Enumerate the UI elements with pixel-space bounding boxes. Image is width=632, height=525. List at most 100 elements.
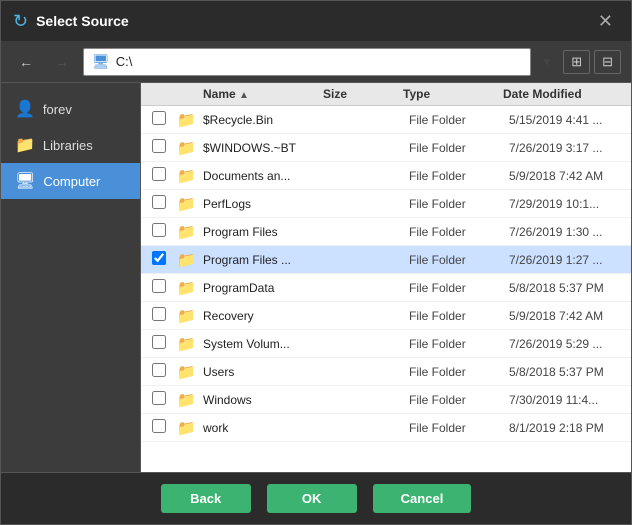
table-row[interactable]: 📁 System Volum... File Folder 7/26/2019 … bbox=[141, 330, 631, 358]
address-bar: 🖥 C:\ bbox=[83, 48, 531, 76]
row-checkbox-cell bbox=[141, 419, 177, 436]
row-name: ProgramData bbox=[199, 281, 325, 295]
sidebar-item-forev[interactable]: 👤 forev bbox=[1, 91, 140, 127]
row-type: File Folder bbox=[405, 421, 505, 435]
folder-icon: 📁 bbox=[177, 308, 196, 325]
file-rows-container: 📁 $Recycle.Bin File Folder 5/15/2019 4:4… bbox=[141, 106, 631, 442]
folder-icon: 📁 bbox=[177, 392, 196, 409]
row-checkbox-cell bbox=[141, 363, 177, 380]
sidebar-item-computer[interactable]: 🖥 Computer bbox=[1, 163, 140, 199]
header-type-col[interactable]: Type bbox=[399, 87, 499, 101]
sidebar-item-forev-label: forev bbox=[43, 102, 72, 117]
row-checkbox[interactable] bbox=[152, 167, 166, 181]
row-date: 7/30/2019 11:4... bbox=[505, 393, 631, 407]
sidebar-item-libraries-label: Libraries bbox=[43, 138, 93, 153]
row-checkbox[interactable] bbox=[152, 111, 166, 125]
folder-icon: 📁 bbox=[177, 280, 196, 297]
row-checkbox[interactable] bbox=[152, 251, 166, 265]
row-date: 7/26/2019 5:29 ... bbox=[505, 337, 631, 351]
row-checkbox-cell bbox=[141, 307, 177, 324]
row-checkbox[interactable] bbox=[152, 139, 166, 153]
row-type: File Folder bbox=[405, 225, 505, 239]
folder-icon: 📁 bbox=[177, 224, 196, 241]
row-type: File Folder bbox=[405, 169, 505, 183]
row-checkbox[interactable] bbox=[152, 391, 166, 405]
header-size-col[interactable]: Size bbox=[319, 87, 399, 101]
row-name: System Volum... bbox=[199, 337, 325, 351]
row-folder-icon: 📁 bbox=[177, 363, 199, 381]
row-date: 5/8/2018 5:37 PM bbox=[505, 365, 631, 379]
sidebar-item-computer-label: Computer bbox=[43, 174, 100, 189]
row-date: 7/29/2019 10:1... bbox=[505, 197, 631, 211]
row-checkbox[interactable] bbox=[152, 279, 166, 293]
folder-icon: 📁 bbox=[177, 168, 196, 185]
row-folder-icon: 📁 bbox=[177, 335, 199, 353]
new-folder-button[interactable]: ⊞ bbox=[563, 50, 590, 74]
table-row[interactable]: 📁 Users File Folder 5/8/2018 5:37 PM bbox=[141, 358, 631, 386]
view-toggle-button[interactable]: ⊟ bbox=[594, 50, 621, 74]
ok-button[interactable]: OK bbox=[267, 484, 357, 513]
close-button[interactable]: ✕ bbox=[592, 10, 619, 32]
table-row[interactable]: 📁 Documents an... File Folder 5/9/2018 7… bbox=[141, 162, 631, 190]
table-row[interactable]: 📁 PerfLogs File Folder 7/29/2019 10:1... bbox=[141, 190, 631, 218]
row-date: 5/9/2018 7:42 AM bbox=[505, 309, 631, 323]
row-name: PerfLogs bbox=[199, 197, 325, 211]
row-name: Program Files ... bbox=[199, 253, 325, 267]
address-drive-icon: 🖥 bbox=[92, 53, 110, 70]
folder-icon: 📁 bbox=[177, 196, 196, 213]
row-type: File Folder bbox=[405, 365, 505, 379]
row-date: 8/1/2019 2:18 PM bbox=[505, 421, 631, 435]
row-checkbox-cell bbox=[141, 167, 177, 184]
row-checkbox[interactable] bbox=[152, 195, 166, 209]
row-checkbox[interactable] bbox=[152, 419, 166, 433]
new-folder-icon: ⊞ bbox=[571, 54, 582, 69]
select-source-dialog: ↻ Select Source ✕ ← → 🖥 C:\ ▼ ⊞ ⊟ 👤 fore… bbox=[0, 0, 632, 525]
row-checkbox[interactable] bbox=[152, 363, 166, 377]
table-row[interactable]: 📁 Recovery File Folder 5/9/2018 7:42 AM bbox=[141, 302, 631, 330]
forward-button[interactable]: → bbox=[47, 50, 77, 74]
table-row[interactable]: 📁 work File Folder 8/1/2019 2:18 PM bbox=[141, 414, 631, 442]
dialog-title: Select Source bbox=[36, 13, 129, 29]
table-row[interactable]: 📁 $WINDOWS.~BT File Folder 7/26/2019 3:1… bbox=[141, 134, 631, 162]
title-bar-left: ↻ Select Source bbox=[13, 11, 129, 32]
folder-icon: 📁 bbox=[177, 252, 196, 269]
table-row[interactable]: 📁 Program Files ... File Folder 7/26/201… bbox=[141, 246, 631, 274]
sidebar-item-libraries[interactable]: 📁 Libraries bbox=[1, 127, 140, 163]
row-type: File Folder bbox=[405, 281, 505, 295]
back-footer-button[interactable]: Back bbox=[161, 484, 251, 513]
row-name: work bbox=[199, 421, 325, 435]
row-checkbox[interactable] bbox=[152, 335, 166, 349]
folder-icon: 📁 bbox=[177, 364, 196, 381]
row-type: File Folder bbox=[405, 337, 505, 351]
row-folder-icon: 📁 bbox=[177, 251, 199, 269]
row-name: Users bbox=[199, 365, 325, 379]
address-dropdown-button[interactable]: ▼ bbox=[537, 53, 557, 71]
row-checkbox-cell bbox=[141, 223, 177, 240]
row-date: 7/26/2019 1:27 ... bbox=[505, 253, 631, 267]
row-checkbox[interactable] bbox=[152, 307, 166, 321]
row-checkbox-cell bbox=[141, 195, 177, 212]
cancel-button[interactable]: Cancel bbox=[373, 484, 472, 513]
address-text: C:\ bbox=[116, 54, 133, 69]
table-row[interactable]: 📁 ProgramData File Folder 5/8/2018 5:37 … bbox=[141, 274, 631, 302]
row-checkbox-cell bbox=[141, 251, 177, 268]
table-row[interactable]: 📁 $Recycle.Bin File Folder 5/15/2019 4:4… bbox=[141, 106, 631, 134]
row-folder-icon: 📁 bbox=[177, 307, 199, 325]
folder-icon: 📁 bbox=[177, 420, 196, 437]
row-checkbox-cell bbox=[141, 111, 177, 128]
title-bar: ↻ Select Source ✕ bbox=[1, 1, 631, 41]
row-folder-icon: 📁 bbox=[177, 195, 199, 213]
row-type: File Folder bbox=[405, 253, 505, 267]
header-name-col[interactable]: Name ▲ bbox=[199, 87, 319, 101]
row-date: 5/9/2018 7:42 AM bbox=[505, 169, 631, 183]
row-type: File Folder bbox=[405, 113, 505, 127]
row-checkbox[interactable] bbox=[152, 223, 166, 237]
table-row[interactable]: 📁 Windows File Folder 7/30/2019 11:4... bbox=[141, 386, 631, 414]
row-name: Windows bbox=[199, 393, 325, 407]
row-checkbox-cell bbox=[141, 279, 177, 296]
table-row[interactable]: 📁 Program Files File Folder 7/26/2019 1:… bbox=[141, 218, 631, 246]
back-button[interactable]: ← bbox=[11, 50, 41, 74]
row-type: File Folder bbox=[405, 141, 505, 155]
header-date-col[interactable]: Date Modified bbox=[499, 87, 619, 101]
row-checkbox-cell bbox=[141, 391, 177, 408]
